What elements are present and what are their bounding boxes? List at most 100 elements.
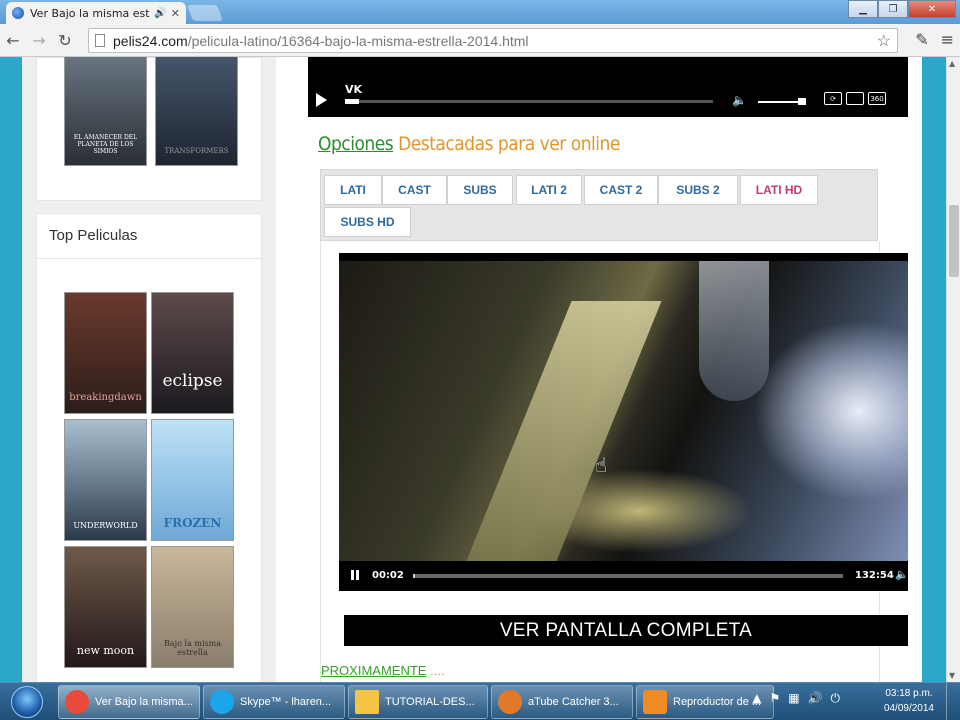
- repeat-icon[interactable]: ⟳: [824, 92, 842, 105]
- new-tab-button[interactable]: [187, 5, 223, 21]
- url-host: pelis24.com: [113, 32, 188, 49]
- sidebar-upper-box: EL AMANECER DEL PLANETA DE LOS SIMIOS TR…: [36, 57, 262, 201]
- options-heading: Opciones Destacadas para ver online: [318, 133, 620, 155]
- folder-icon: [355, 690, 379, 714]
- address-bar[interactable]: pelis24.com/pelicula-latino/16364-bajo-l…: [88, 28, 898, 53]
- video-volume-icon[interactable]: 🔈: [895, 568, 908, 581]
- poster-title: EL AMANECER DEL PLANETA DE LOS SIMIOS: [73, 134, 138, 155]
- forward-icon[interactable]: →: [26, 31, 52, 50]
- window-titlebar: Ver Bajo la misma estre 🔊 ✕ ▁ ❐ ✕: [0, 0, 960, 24]
- url-path: /pelicula-latino/16364-bajo-la-misma-est…: [187, 32, 529, 49]
- clock[interactable]: 03:18 p.m. 04/09/2014: [884, 686, 934, 716]
- chrome-icon: [65, 690, 89, 714]
- poster-breakingdawn[interactable]: breakingdawn: [64, 292, 147, 414]
- total-time: 132:54: [855, 570, 894, 581]
- volume-icon[interactable]: 🔈: [732, 93, 747, 107]
- expand-icon[interactable]: [846, 92, 864, 105]
- proximamente-link[interactable]: PROXIMAMENTE ....: [321, 663, 445, 678]
- poster-frozen[interactable]: FROZEN: [151, 419, 234, 541]
- taskbar-item-label: TUTORIAL-DES...: [385, 696, 475, 708]
- vk-player[interactable]: VK 🔈 ⟳ 360: [308, 57, 908, 117]
- tab-cast-2[interactable]: CAST 2: [584, 175, 658, 205]
- flag-icon[interactable]: ⚑: [769, 691, 780, 706]
- poster-upper-1[interactable]: EL AMANECER DEL PLANETA DE LOS SIMIOS: [64, 57, 147, 166]
- poster-newmoon[interactable]: new moon: [64, 546, 147, 668]
- quality-icon[interactable]: 360: [868, 92, 886, 105]
- skype-icon: [210, 690, 234, 714]
- video-controls: 00:02 132:54 🔈: [339, 561, 908, 591]
- fullscreen-button[interactable]: VER PANTALLA COMPLETA: [344, 615, 908, 646]
- tab-lati-hd[interactable]: LATI HD: [740, 175, 818, 205]
- poster-title: eclipse: [162, 371, 223, 391]
- scroll-up-icon[interactable]: ▲: [949, 59, 955, 68]
- poster-underworld[interactable]: UNDERWORLD: [64, 419, 147, 541]
- back-icon[interactable]: ←: [0, 31, 26, 50]
- clock-time: 03:18 p.m.: [885, 688, 933, 699]
- reload-icon[interactable]: ↻: [52, 31, 78, 50]
- scroll-down-icon[interactable]: ▼: [949, 671, 955, 680]
- sidebar-title: Top Peliculas: [49, 227, 138, 244]
- tab-subs-hd[interactable]: SUBS HD: [324, 207, 411, 237]
- show-desktop-button[interactable]: [946, 683, 960, 720]
- windows-taskbar: Ver Bajo la misma... Skype™ - lharen... …: [0, 682, 960, 720]
- tab-lati-2[interactable]: LATI 2: [516, 175, 582, 205]
- page-scrollbar[interactable]: ▲ ▼: [946, 57, 960, 682]
- scrollbar-thumb[interactable]: [949, 205, 959, 277]
- taskbar-item-chrome[interactable]: Ver Bajo la misma...: [58, 685, 200, 719]
- browser-tab[interactable]: Ver Bajo la misma estre 🔊 ✕: [6, 2, 186, 24]
- close-tab-icon[interactable]: ✕: [171, 7, 180, 20]
- play-icon[interactable]: [316, 93, 327, 107]
- minimize-button[interactable]: ▁: [848, 0, 878, 18]
- video-player[interactable]: ☝ 00:02 132:54 🔈: [339, 253, 908, 591]
- tray-expand-icon[interactable]: ▲: [752, 691, 761, 706]
- taskbar-item-atube[interactable]: aTube Catcher 3...: [491, 685, 633, 719]
- poster-title: TRANSFORMERS: [164, 147, 229, 155]
- tab-subs[interactable]: SUBS: [447, 175, 513, 205]
- taskbar-item-skype[interactable]: Skype™ - lharen...: [203, 685, 345, 719]
- poster-title: new moon: [76, 644, 135, 657]
- taskbar-item-folder[interactable]: TUTORIAL-DES...: [348, 685, 488, 719]
- tab-cast[interactable]: CAST: [382, 175, 447, 205]
- vk-label: VK: [345, 83, 363, 96]
- window-controls: ▁ ❐ ✕: [848, 0, 956, 18]
- poster-title: UNDERWORLD: [73, 521, 138, 530]
- volume-knob[interactable]: [798, 98, 806, 105]
- close-window-button[interactable]: ✕: [908, 0, 956, 18]
- hand-cursor-icon: ☝: [595, 453, 608, 477]
- options-heading-link[interactable]: Opciones: [318, 133, 394, 155]
- clock-date: 04/09/2014: [883, 703, 934, 714]
- taskbar-item-label: Reproductor de ...: [673, 696, 762, 708]
- system-tray: ▲ ⚑ ▦ 🔊 ⏻: [752, 691, 840, 706]
- tab-lati[interactable]: LATI: [324, 175, 382, 205]
- bookmark-star-icon[interactable]: ☆: [877, 31, 891, 51]
- poster-upper-2[interactable]: TRANSFORMERS: [155, 57, 238, 166]
- source-tabs: LATI CAST SUBS LATI 2 CAST 2 SUBS 2 LATI…: [320, 169, 878, 241]
- taskbar-item-label: aTube Catcher 3...: [528, 696, 619, 708]
- network-icon[interactable]: ▦: [788, 691, 799, 706]
- taskbar-item-label: Skype™ - lharen...: [240, 696, 332, 708]
- poster-title: FROZEN: [163, 516, 222, 530]
- browser-toolbar: ← → ↻ pelis24.com/pelicula-latino/16364-…: [0, 24, 960, 57]
- page-icon: [95, 34, 105, 47]
- tab-subs-2[interactable]: SUBS 2: [658, 175, 738, 205]
- vk-progress-bar[interactable]: [345, 99, 713, 104]
- pause-icon[interactable]: [351, 570, 359, 580]
- extension-icon[interactable]: ✎: [915, 30, 928, 49]
- options-heading-subtitle: Destacadas para ver online: [398, 133, 620, 155]
- maximize-button[interactable]: ❐: [878, 0, 908, 18]
- power-icon[interactable]: ⏻: [831, 691, 841, 706]
- poster-eclipse[interactable]: eclipse: [151, 292, 234, 414]
- speaker-icon: 🔊: [154, 7, 167, 19]
- media-player-icon: [643, 690, 667, 714]
- taskbar-item-label: Ver Bajo la misma...: [95, 696, 193, 708]
- proximamente-label[interactable]: PROXIMAMENTE: [321, 663, 426, 678]
- proximamente-dots: ....: [430, 663, 445, 678]
- video-progress-bar[interactable]: [413, 574, 843, 578]
- volume-tray-icon[interactable]: 🔊: [808, 691, 823, 706]
- start-button[interactable]: [2, 684, 52, 720]
- poster-bajo-la-misma-estrella[interactable]: Bajo la misma estrella: [151, 546, 234, 668]
- poster-title: breakingdawn: [69, 392, 142, 403]
- web-page: EL AMANECER DEL PLANETA DE LOS SIMIOS TR…: [0, 57, 946, 682]
- globe-icon: [12, 7, 24, 19]
- menu-icon[interactable]: ≡: [941, 30, 954, 49]
